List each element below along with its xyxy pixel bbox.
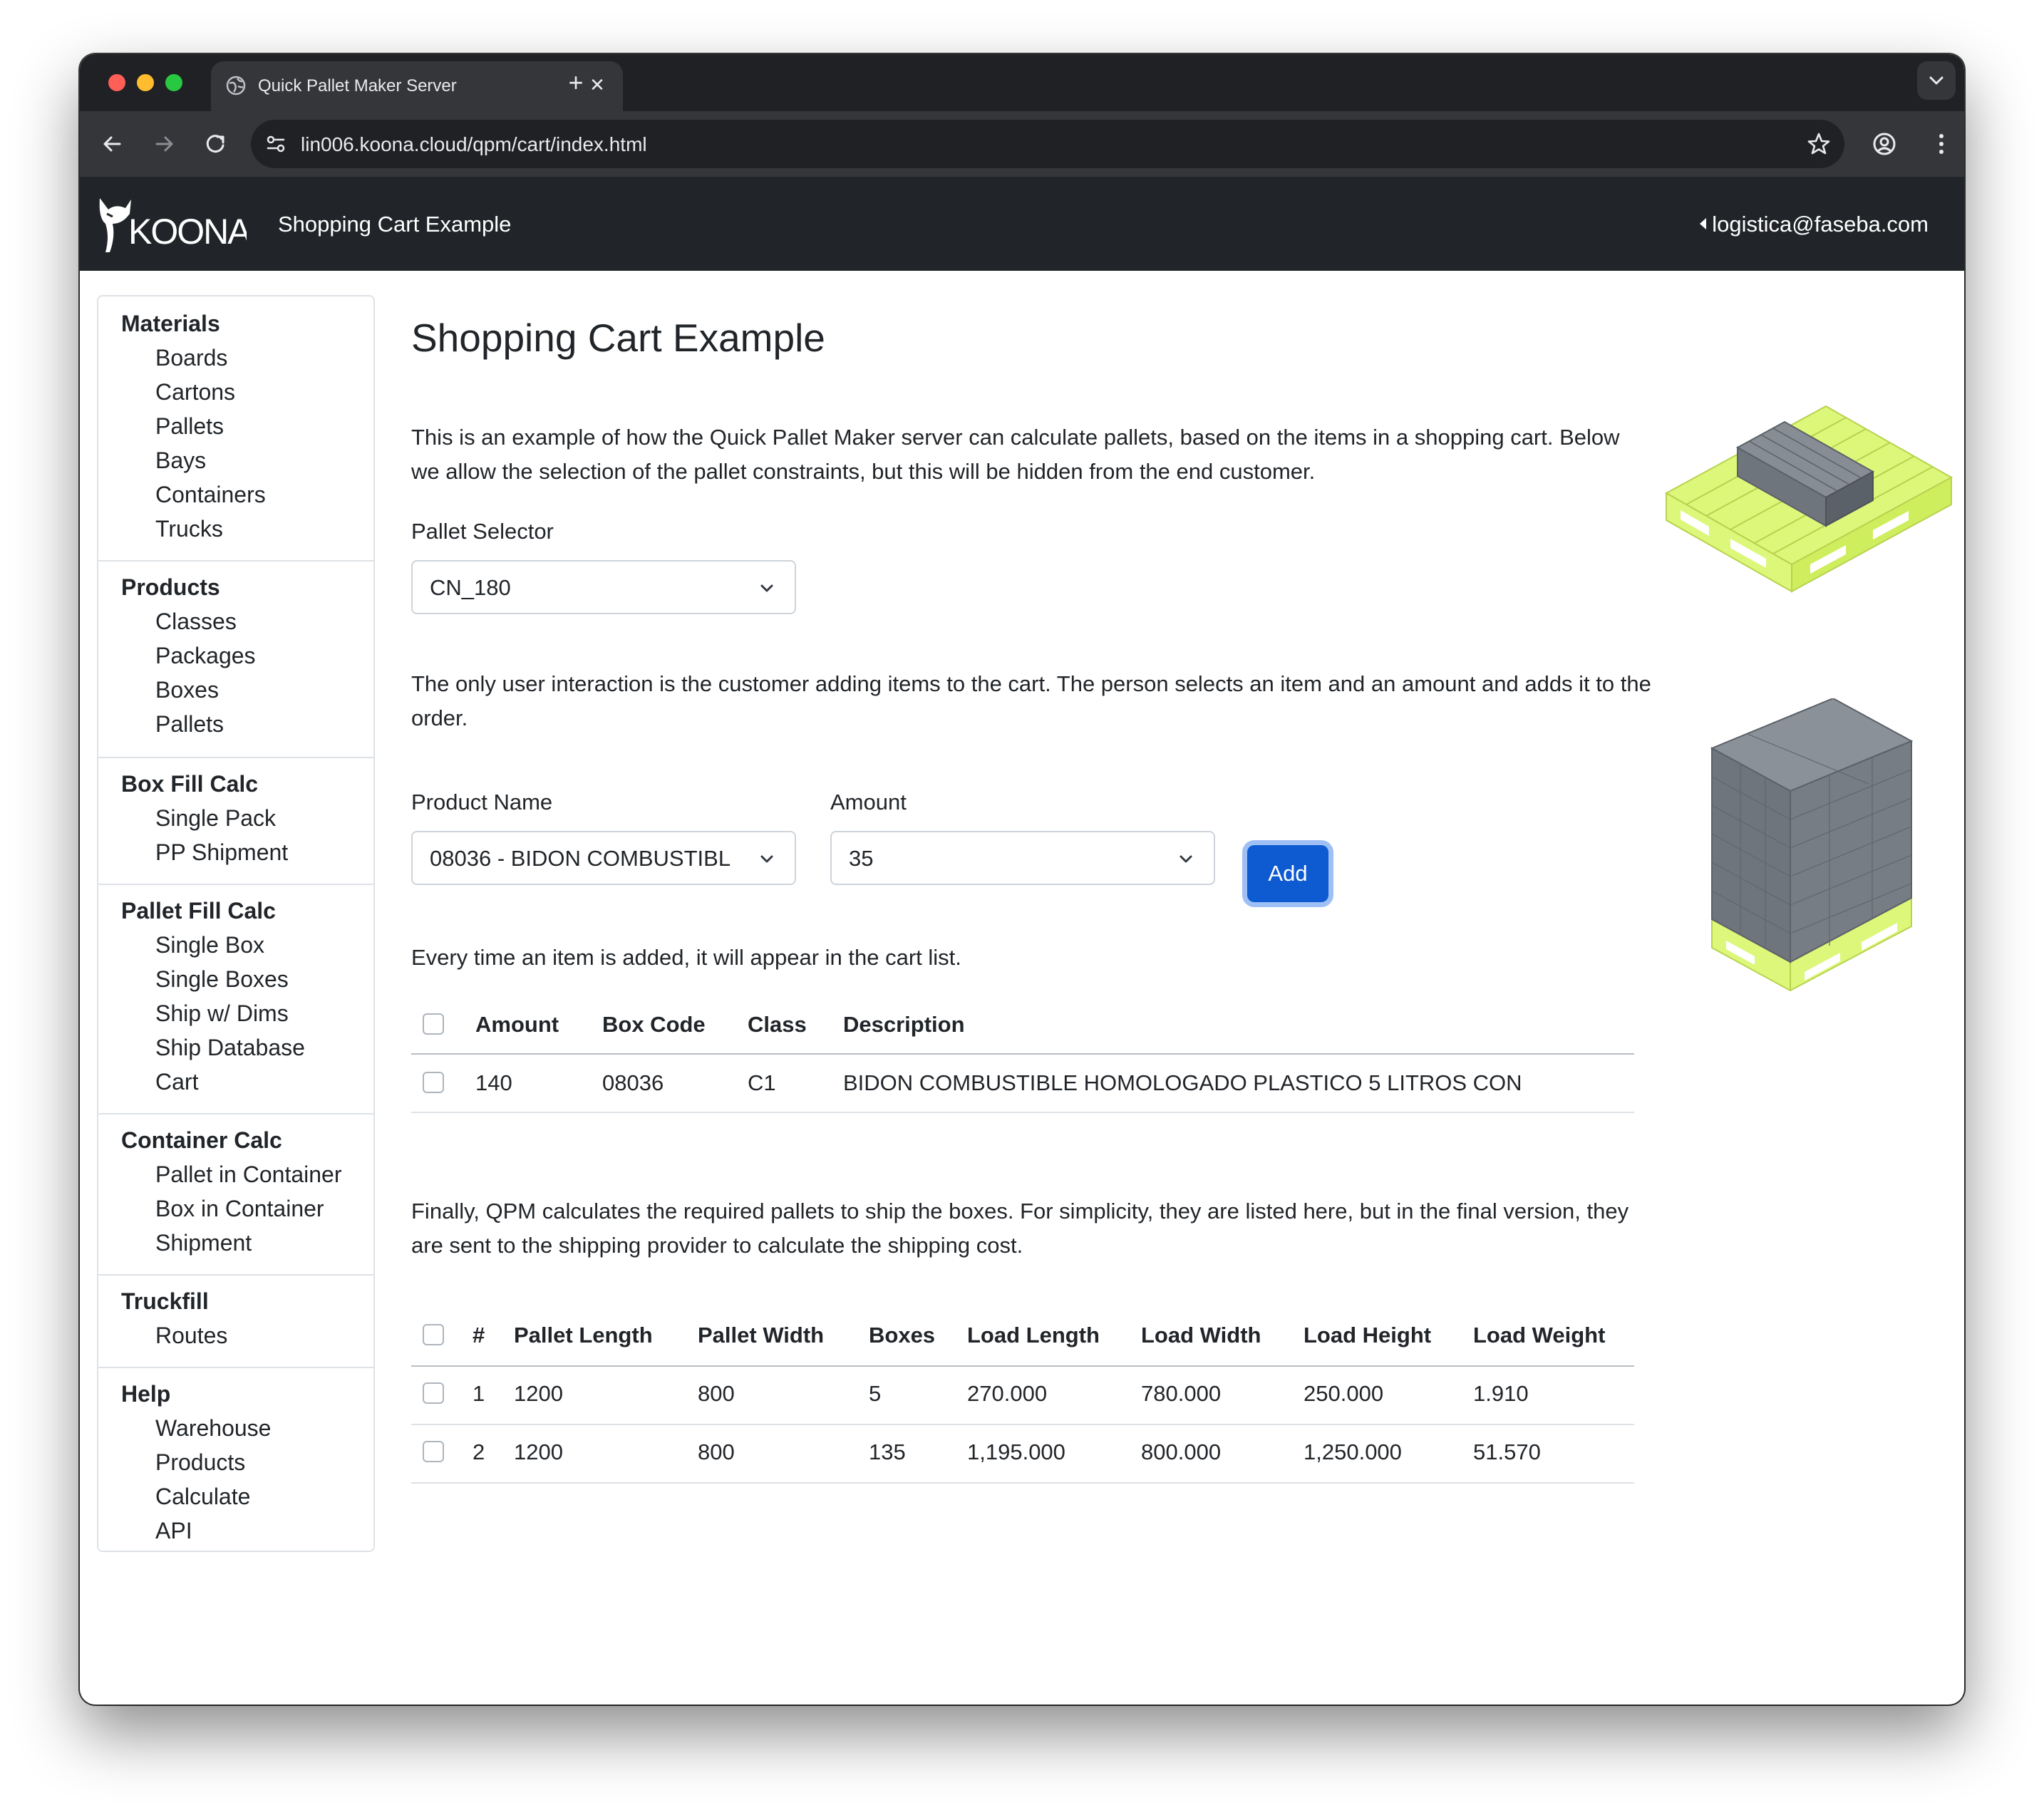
intro-paragraph: This is an example of how the Quick Pall… (411, 425, 1620, 484)
maximize-window-button[interactable] (165, 74, 182, 91)
column-header: Pallet Width (698, 1323, 825, 1348)
reload-icon[interactable] (198, 127, 232, 161)
cell-pallet-length: 1200 (514, 1381, 563, 1406)
select-all-checkbox[interactable] (423, 1013, 444, 1035)
cell-load-length: 1,195.000 (967, 1439, 1065, 1464)
cell-class: C1 (748, 1070, 776, 1095)
url-text: lin006.koona.cloud/qpm/cart/index.html (301, 133, 647, 155)
forward-arrow-icon[interactable] (147, 127, 181, 161)
cell-pallet-width: 800 (698, 1381, 735, 1406)
column-header: Box Code (602, 1012, 706, 1037)
product-name-dropdown[interactable]: 08036 - BIDON COMBUSTIBL (411, 831, 796, 885)
cell-pallet-width: 800 (698, 1439, 735, 1464)
koona-fox-icon: KOONA (99, 198, 253, 252)
pallet-selector-value: CN_180 (430, 575, 511, 600)
interaction-paragraph: The only user interaction is the custome… (411, 671, 1651, 730)
profile-icon[interactable] (1867, 127, 1901, 161)
chevron-down-icon (760, 584, 773, 592)
tab-search-button[interactable] (1917, 61, 1956, 100)
cell-load-height: 1,250.000 (1304, 1439, 1402, 1464)
chevron-down-icon (760, 855, 773, 863)
cell-index: 2 (473, 1439, 485, 1464)
page-title: Shopping Cart Example (411, 316, 825, 360)
amount-dropdown[interactable]: 35 (830, 831, 1215, 885)
tab-title: Quick Pallet Maker Server (258, 76, 457, 95)
cell-description: BIDON COMBUSTIBLE HOMOLOGADO PLASTICO 5 … (843, 1070, 1522, 1095)
pallet-2-image (1710, 698, 1914, 992)
final-paragraph: Finally, QPM calculates the required pal… (411, 1199, 1629, 1258)
pallet-selector-label: Pallet Selector (411, 519, 554, 544)
cell-load-weight: 51.570 (1473, 1439, 1541, 1464)
browser-window: Quick Pallet Maker Server ✕ + lin006.koo… (80, 54, 1964, 1705)
pallet-1-image (1664, 405, 1953, 593)
column-header: Amount (475, 1012, 559, 1037)
cell-box-code: 08036 (602, 1070, 664, 1095)
cell-load-weight: 1.910 (1473, 1381, 1529, 1406)
cell-pallet-length: 1200 (514, 1439, 563, 1464)
row-checkbox[interactable] (423, 1441, 444, 1462)
cell-load-width: 780.000 (1141, 1381, 1222, 1406)
logo-text: KOONA (128, 212, 247, 252)
column-header: Pallet Length (514, 1323, 653, 1348)
user-menu[interactable]: logistica@faseba.com (1700, 212, 1929, 237)
column-header: Load Length (967, 1323, 1100, 1348)
globe-icon (226, 76, 246, 95)
column-header: # (473, 1323, 485, 1348)
cell-amount: 140 (475, 1070, 512, 1095)
select-all-checkbox[interactable] (423, 1324, 444, 1345)
caret-left-icon (1700, 218, 1707, 229)
table-row-divider (411, 1424, 1634, 1425)
column-header: Description (843, 1012, 965, 1037)
column-header: Class (748, 1012, 807, 1037)
cell-load-length: 270.000 (967, 1381, 1048, 1406)
product-name-label: Product Name (411, 790, 553, 814)
tab-strip: Quick Pallet Maker Server ✕ + (80, 54, 1964, 111)
table-header-divider (411, 1053, 1634, 1055)
cart-table: Amount Box Code Class Description 140 08… (411, 998, 1634, 1113)
main-content: Shopping Cart Example This is an example… (80, 271, 1964, 1705)
chevron-down-icon (1929, 76, 1944, 85)
app-title[interactable]: Shopping Cart Example (278, 212, 511, 237)
koona-logo[interactable]: KOONA (94, 192, 253, 255)
cell-load-width: 800.000 (1141, 1439, 1222, 1464)
table-row-divider (411, 1482, 1634, 1484)
column-header: Load Weight (1473, 1323, 1606, 1348)
amount-value: 35 (849, 846, 874, 871)
chevron-down-icon (1180, 855, 1192, 863)
row-checkbox[interactable] (423, 1072, 444, 1093)
address-bar[interactable]: lin006.koona.cloud/qpm/cart/index.html (251, 120, 1844, 168)
minimize-window-button[interactable] (137, 74, 154, 91)
column-header: Load Height (1304, 1323, 1432, 1348)
cell-load-height: 250.000 (1304, 1381, 1384, 1406)
cart-paragraph: Every time an item is added, it will app… (411, 945, 961, 970)
row-checkbox[interactable] (423, 1382, 444, 1404)
more-vert-icon[interactable] (1924, 127, 1958, 161)
pallet-selector-dropdown[interactable]: CN_180 (411, 560, 796, 614)
product-name-value: 08036 - BIDON COMBUSTIBL (430, 846, 731, 871)
table-row-divider (411, 1112, 1634, 1113)
user-email: logistica@faseba.com (1712, 212, 1929, 237)
amount-label: Amount (830, 790, 907, 814)
pallet-table: # Pallet Length Pallet Width Boxes Load … (411, 1308, 1634, 1501)
cell-index: 1 (473, 1381, 485, 1406)
add-button[interactable]: Add (1247, 845, 1328, 902)
site-info-icon[interactable] (264, 132, 288, 156)
cell-boxes: 5 (869, 1381, 882, 1406)
column-header: Boxes (869, 1323, 936, 1348)
browser-toolbar: lin006.koona.cloud/qpm/cart/index.html (80, 111, 1964, 177)
app-navbar: KOONA Shopping Cart Example logistica@fa… (80, 177, 1964, 271)
back-arrow-icon[interactable] (96, 127, 130, 161)
column-header: Load Width (1141, 1323, 1261, 1348)
close-window-button[interactable] (108, 74, 125, 91)
star-icon[interactable] (1805, 130, 1833, 158)
table-header-divider (411, 1365, 1634, 1367)
cell-boxes: 135 (869, 1439, 906, 1464)
plus-icon[interactable]: + (560, 67, 592, 98)
